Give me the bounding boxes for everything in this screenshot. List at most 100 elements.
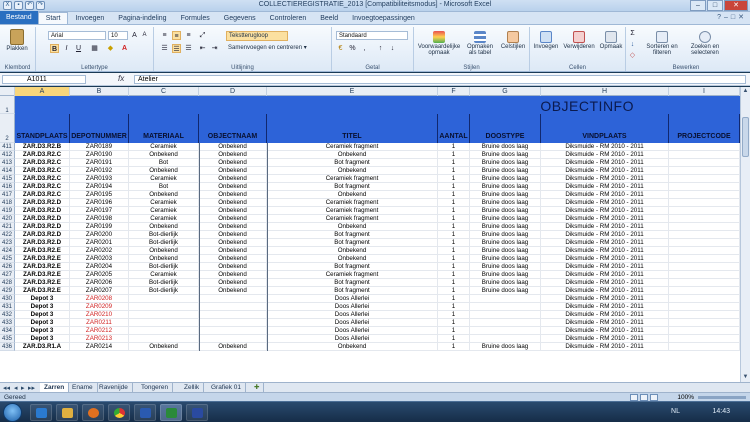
cell-g[interactable]: Bruine doos laag [470,215,541,223]
grow-font-icon[interactable]: A [130,31,139,40]
fx-icon[interactable]: fx [118,74,124,83]
col-header-b[interactable]: B [70,87,129,96]
clear-icon[interactable]: ◇ [628,51,637,60]
cell-c[interactable]: Onbekend [129,167,199,175]
fill-icon[interactable]: ↓ [628,40,637,49]
cell-i[interactable] [669,167,740,175]
taskbar-clock[interactable]: 14:43 [712,408,730,415]
cell-e[interactable]: Onbekend [267,191,438,199]
cell-c[interactable] [129,311,199,319]
cell-b[interactable]: ZAR0194 [70,183,129,191]
cell-h[interactable]: Diksmuide - RM 2010 - 2011 [541,167,669,175]
cell-g[interactable]: Bruine doos laag [470,167,541,175]
row-header[interactable]: 411 [0,143,15,151]
cell-f[interactable]: 1 [438,231,470,239]
cell-d[interactable]: Onbekend [199,343,267,351]
align-top-icon[interactable]: ≡ [160,31,169,40]
cell-h[interactable]: Diksmuide - RM 2010 - 2011 [541,207,669,215]
conditional-format-button[interactable]: Voorwaardelijke opmaak [416,31,462,56]
cell-e[interactable]: Ceramiek fragment [267,143,438,151]
cell-i[interactable] [669,231,740,239]
header-doostype[interactable]: DOOSTYPE [470,114,541,143]
cell-i[interactable] [669,183,740,191]
cell-a[interactable]: Depot 3 [15,295,70,303]
cell-b[interactable]: ZAR0205 [70,271,129,279]
row-header[interactable]: 426 [0,263,15,271]
align-right-icon[interactable]: ☰ [184,44,193,53]
cell-d[interactable]: Onbekend [199,287,267,295]
cell-g[interactable] [470,327,541,335]
title-banner[interactable]: OBJECTINFO [540,98,634,114]
col-header-h[interactable]: H [541,87,669,96]
row-header[interactable]: 425 [0,255,15,263]
cell-c[interactable]: Ceramiek [129,207,199,215]
cell-f[interactable]: 1 [438,311,470,319]
maximize-icon[interactable]: □ [707,0,723,11]
cell-h[interactable]: Diksmuide - RM 2010 - 2011 [541,311,669,319]
cell-d[interactable] [199,295,267,303]
cell-c[interactable]: Onbekend [129,151,199,159]
cell-g[interactable]: Bruine doos laag [470,255,541,263]
cell-h[interactable]: Diksmuide - RM 2010 - 2011 [541,159,669,167]
cell-i[interactable] [669,239,740,247]
cell-d[interactable]: Onbekend [199,263,267,271]
cell-c[interactable]: Bot [129,183,199,191]
cell-e[interactable]: Doos Allerlei [267,319,438,327]
cell-g[interactable]: Bruine doos laag [470,223,541,231]
row-header[interactable]: 421 [0,223,15,231]
doc-restore-icon[interactable]: □ [731,12,735,24]
row-header[interactable]: 429 [0,287,15,295]
cell-i[interactable] [669,215,740,223]
cell-b[interactable]: ZAR0189 [70,143,129,151]
increase-indent-icon[interactable]: ⇥ [210,44,219,53]
cell-e[interactable]: Ceramiek fragment [267,175,438,183]
cell-e[interactable]: Bot fragment [267,231,438,239]
cell-a[interactable]: ZAR.D3.R2.C [15,175,70,183]
cell-f[interactable]: 1 [438,287,470,295]
cell-b[interactable]: ZAR0190 [70,151,129,159]
cell-g[interactable]: Bruine doos laag [470,207,541,215]
cell-i[interactable] [669,255,740,263]
merge-center-button[interactable]: Samenvoegen en centreren ▾ [226,44,330,54]
cell-e[interactable]: Doos Allerlei [267,295,438,303]
cell-d[interactable]: Onbekend [199,255,267,263]
cell-c[interactable]: Bot-dierlijk [129,239,199,247]
font-size-field[interactable]: 10 [108,31,128,40]
cell-e[interactable]: Onbekend [267,255,438,263]
cell-f[interactable]: 1 [438,263,470,271]
cell-i[interactable] [669,191,740,199]
taskbar-excel-button[interactable] [160,404,182,421]
cell-c[interactable] [129,335,199,343]
cell-b[interactable]: ZAR0191 [70,159,129,167]
cell-g[interactable]: Bruine doos laag [470,191,541,199]
sheet-tab-zarren[interactable]: Zarren [40,383,70,392]
cell-i[interactable] [669,263,740,271]
cell-b[interactable]: ZAR0214 [70,343,129,351]
cell-f[interactable]: 1 [438,199,470,207]
row-header[interactable]: 430 [0,295,15,303]
cell-i[interactable] [669,335,740,343]
cell-c[interactable] [129,327,199,335]
cell-c[interactable]: Ceramiek [129,175,199,183]
taskbar-outlook-button[interactable] [134,404,156,421]
cell-g[interactable] [470,295,541,303]
col-header-e[interactable]: E [267,87,438,96]
cell-e[interactable]: Doos Allerlei [267,335,438,343]
cell-h[interactable]: Diksmuide - RM 2010 - 2011 [541,183,669,191]
cell-a[interactable]: Depot 3 [15,319,70,327]
cell-d[interactable]: Onbekend [199,183,267,191]
cell-c[interactable]: Ceramiek [129,143,199,151]
cell-h[interactable]: Diksmuide - RM 2010 - 2011 [541,287,669,295]
cell-f[interactable]: 1 [438,239,470,247]
cell-f[interactable]: 1 [438,191,470,199]
minimize-icon[interactable]: – [690,0,706,11]
page-break-view-icon[interactable] [650,394,658,401]
col-header-i[interactable]: I [669,87,740,96]
cell-f[interactable]: 1 [438,151,470,159]
number-format-field[interactable]: Standaard [336,31,408,40]
cell-a[interactable]: Depot 3 [15,327,70,335]
cell-a[interactable]: Depot 3 [15,303,70,311]
cell-d[interactable]: Onbekend [199,247,267,255]
row-header[interactable]: 414 [0,167,15,175]
cell-h[interactable]: Diksmuide - RM 2010 - 2011 [541,303,669,311]
